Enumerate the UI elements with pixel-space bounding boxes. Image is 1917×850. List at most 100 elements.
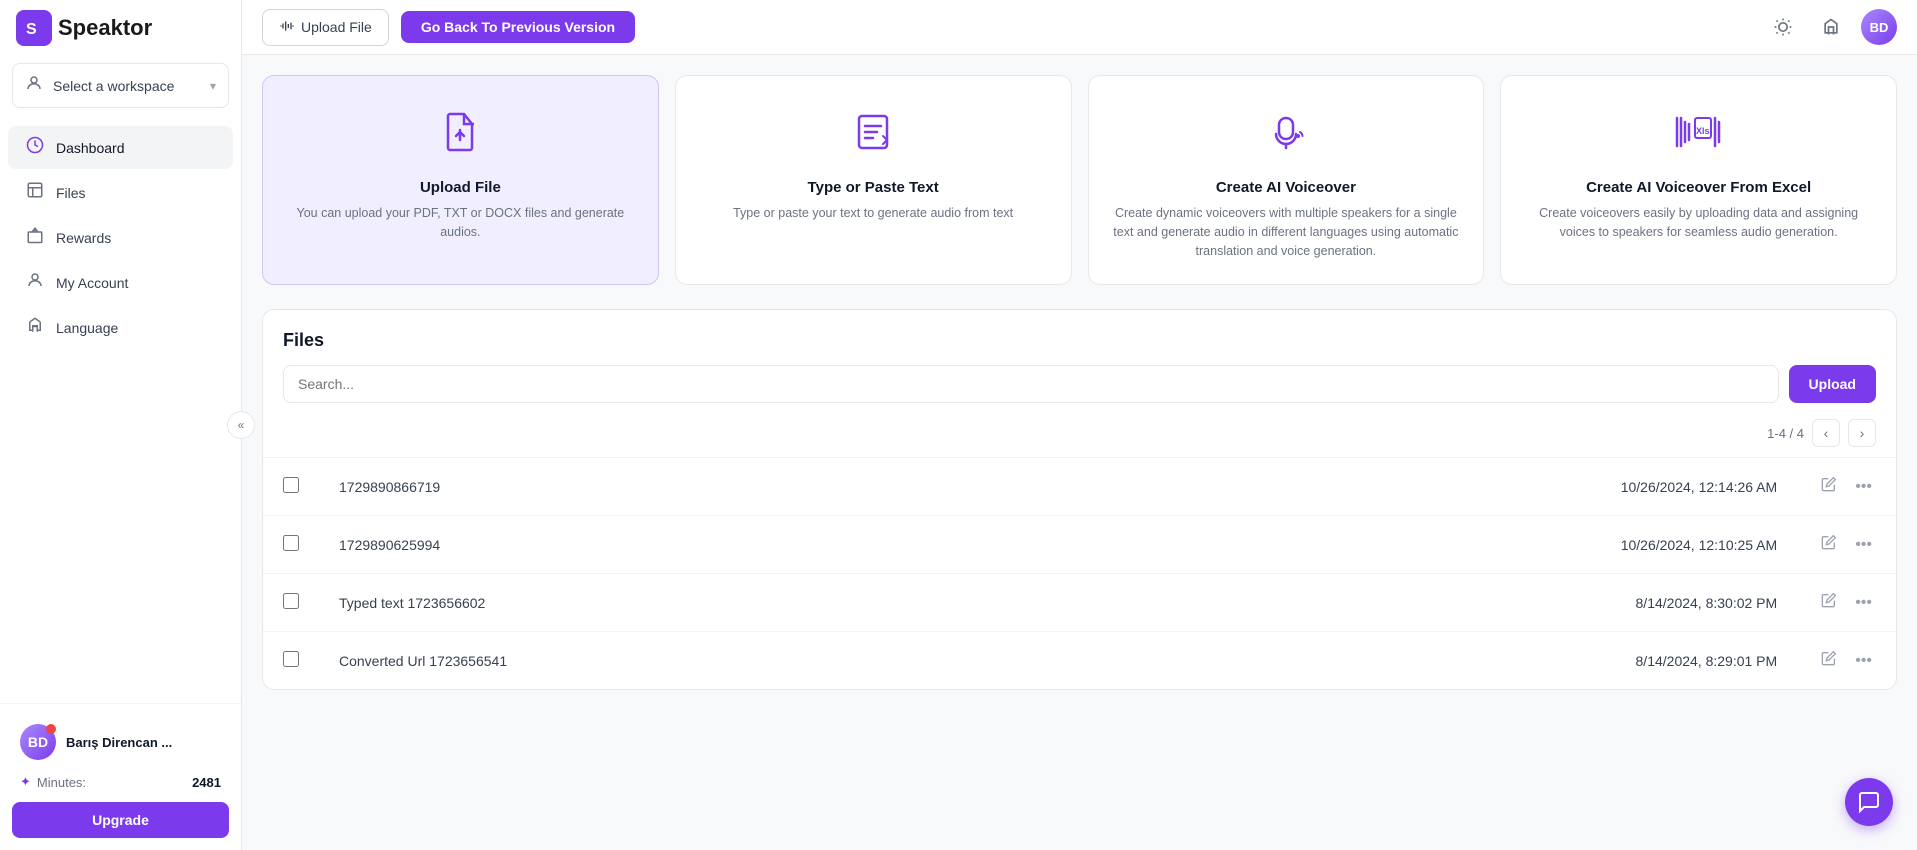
sidebar-item-label: Dashboard — [56, 140, 125, 156]
feature-card-ai-voiceover-excel[interactable]: Xls Create AI Voiceover From Excel Creat… — [1500, 75, 1897, 285]
sidebar-footer: BD Barış Direncan ... ✦ Minutes: 2481 Up… — [0, 703, 241, 850]
sidebar-item-language[interactable]: Language — [8, 306, 233, 349]
go-back-previous-version-button[interactable]: Go Back To Previous Version — [401, 11, 635, 43]
file-checkbox[interactable] — [283, 593, 299, 609]
language-icon — [24, 316, 46, 339]
sidebar-nav: Dashboard Files Rewards — [0, 116, 241, 703]
files-table: 1729890866719 10/26/2024, 12:14:26 AM ••… — [263, 457, 1896, 689]
file-more-button[interactable]: ••• — [1851, 532, 1876, 558]
files-search-row: Upload — [283, 365, 1876, 403]
table-row: 1729890866719 10/26/2024, 12:14:26 AM ••… — [263, 458, 1896, 516]
workspace-icon — [25, 74, 43, 97]
logo-text: Speaktor — [58, 15, 152, 41]
ai-voiceover-excel-icon: Xls — [1673, 108, 1725, 163]
collapse-sidebar-button[interactable]: « — [227, 411, 255, 439]
file-edit-button[interactable] — [1817, 588, 1841, 617]
feature-card-desc: Type or paste your text to generate audi… — [733, 204, 1013, 223]
logo-icon: S — [16, 10, 52, 46]
topbar-icons: BD — [1765, 9, 1897, 45]
file-name: Typed text 1723656602 — [319, 574, 1079, 632]
file-name: 1729890866719 — [319, 458, 1079, 516]
theme-toggle-button[interactable] — [1765, 9, 1801, 45]
ai-voiceover-icon — [1262, 108, 1310, 163]
file-name: 1729890625994 — [319, 516, 1079, 574]
file-more-button[interactable]: ••• — [1851, 474, 1876, 500]
feature-card-type-paste[interactable]: Type or Paste Text Type or paste your te… — [675, 75, 1072, 285]
files-icon — [24, 181, 46, 204]
sidebar-item-label: Rewards — [56, 230, 111, 246]
sidebar: S Speaktor Select a workspace ▾ Dashboar… — [0, 0, 242, 850]
sidebar-item-files[interactable]: Files — [8, 171, 233, 214]
svg-text:Xls: Xls — [1696, 126, 1710, 136]
user-profile[interactable]: BD Barış Direncan ... — [12, 716, 229, 768]
feature-card-desc: You can upload your PDF, TXT or DOCX fil… — [287, 204, 634, 242]
feature-card-title: Create AI Voiceover From Excel — [1586, 179, 1811, 196]
rewards-icon — [24, 226, 46, 249]
feature-card-desc: Create dynamic voiceovers with multiple … — [1113, 204, 1460, 260]
user-avatar-wrapper: BD — [20, 724, 56, 760]
main-content: Upload File Go Back To Previous Version … — [242, 0, 1917, 850]
workspace-selector[interactable]: Select a workspace ▾ — [12, 63, 229, 108]
user-name: Barış Direncan ... — [66, 735, 172, 750]
page-content: Upload File You can upload your PDF, TXT… — [242, 55, 1917, 850]
file-edit-button[interactable] — [1817, 472, 1841, 501]
file-checkbox[interactable] — [283, 477, 299, 493]
file-date: 8/14/2024, 8:29:01 PM — [1079, 632, 1797, 690]
sidebar-item-label: My Account — [56, 275, 128, 291]
search-input[interactable] — [283, 365, 1779, 403]
type-paste-icon — [849, 108, 897, 163]
file-actions: ••• — [1817, 588, 1876, 617]
user-avatar-topbar[interactable]: BD — [1861, 9, 1897, 45]
sidebar-item-label: Files — [56, 185, 86, 201]
table-row: Typed text 1723656602 8/14/2024, 8:30:02… — [263, 574, 1896, 632]
workspace-label: Select a workspace — [53, 78, 200, 94]
file-edit-button[interactable] — [1817, 646, 1841, 675]
minutes-row: ✦ Minutes: 2481 — [12, 768, 229, 796]
feature-card-title: Create AI Voiceover — [1216, 179, 1356, 196]
pagination-prev-button[interactable]: ‹ — [1812, 419, 1840, 447]
sidebar-item-label: Language — [56, 320, 118, 336]
topbar: Upload File Go Back To Previous Version … — [242, 0, 1917, 55]
files-upload-button[interactable]: Upload — [1789, 365, 1876, 403]
files-title: Files — [283, 330, 1876, 351]
file-checkbox[interactable] — [283, 535, 299, 551]
svg-text:S: S — [26, 21, 37, 38]
sidebar-item-rewards[interactable]: Rewards — [8, 216, 233, 259]
file-actions: ••• — [1817, 530, 1876, 559]
chevron-down-icon: ▾ — [210, 79, 216, 93]
sidebar-item-my-account[interactable]: My Account — [8, 261, 233, 304]
file-actions: ••• — [1817, 646, 1876, 675]
file-date: 10/26/2024, 12:10:25 AM — [1079, 516, 1797, 574]
language-toggle-button[interactable] — [1813, 9, 1849, 45]
notification-badge — [46, 724, 56, 734]
minutes-value: 2481 — [192, 775, 221, 790]
pagination-next-button[interactable]: › — [1848, 419, 1876, 447]
upgrade-button[interactable]: Upgrade — [12, 802, 229, 838]
file-date: 8/14/2024, 8:30:02 PM — [1079, 574, 1797, 632]
files-header: Files Upload — [263, 310, 1896, 403]
files-pagination: 1-4 / 4 ‹ › — [263, 419, 1896, 457]
file-more-button[interactable]: ••• — [1851, 590, 1876, 616]
dashboard-icon — [24, 136, 46, 159]
app-logo: S Speaktor — [0, 0, 241, 55]
file-checkbox[interactable] — [283, 651, 299, 667]
files-section: Files Upload 1-4 / 4 ‹ › 172989086 — [262, 309, 1897, 690]
file-more-button[interactable]: ••• — [1851, 648, 1876, 674]
sidebar-item-dashboard[interactable]: Dashboard — [8, 126, 233, 169]
minutes-label: Minutes: — [37, 775, 186, 790]
upload-file-button[interactable]: Upload File — [262, 9, 389, 46]
feature-card-upload-file[interactable]: Upload File You can upload your PDF, TXT… — [262, 75, 659, 285]
file-name: Converted Url 1723656541 — [319, 632, 1079, 690]
account-icon — [24, 271, 46, 294]
file-edit-button[interactable] — [1817, 530, 1841, 559]
file-actions: ••• — [1817, 472, 1876, 501]
feature-card-title: Upload File — [420, 179, 501, 196]
feature-cards-grid: Upload File You can upload your PDF, TXT… — [262, 75, 1897, 285]
feature-card-ai-voiceover[interactable]: Create AI Voiceover Create dynamic voice… — [1088, 75, 1485, 285]
file-date: 10/26/2024, 12:14:26 AM — [1079, 458, 1797, 516]
table-row: 1729890625994 10/26/2024, 12:10:25 AM ••… — [263, 516, 1896, 574]
feature-card-title: Type or Paste Text — [808, 179, 939, 196]
star-icon: ✦ — [20, 774, 31, 790]
chat-bubble-button[interactable] — [1845, 778, 1893, 826]
table-row: Converted Url 1723656541 8/14/2024, 8:29… — [263, 632, 1896, 690]
